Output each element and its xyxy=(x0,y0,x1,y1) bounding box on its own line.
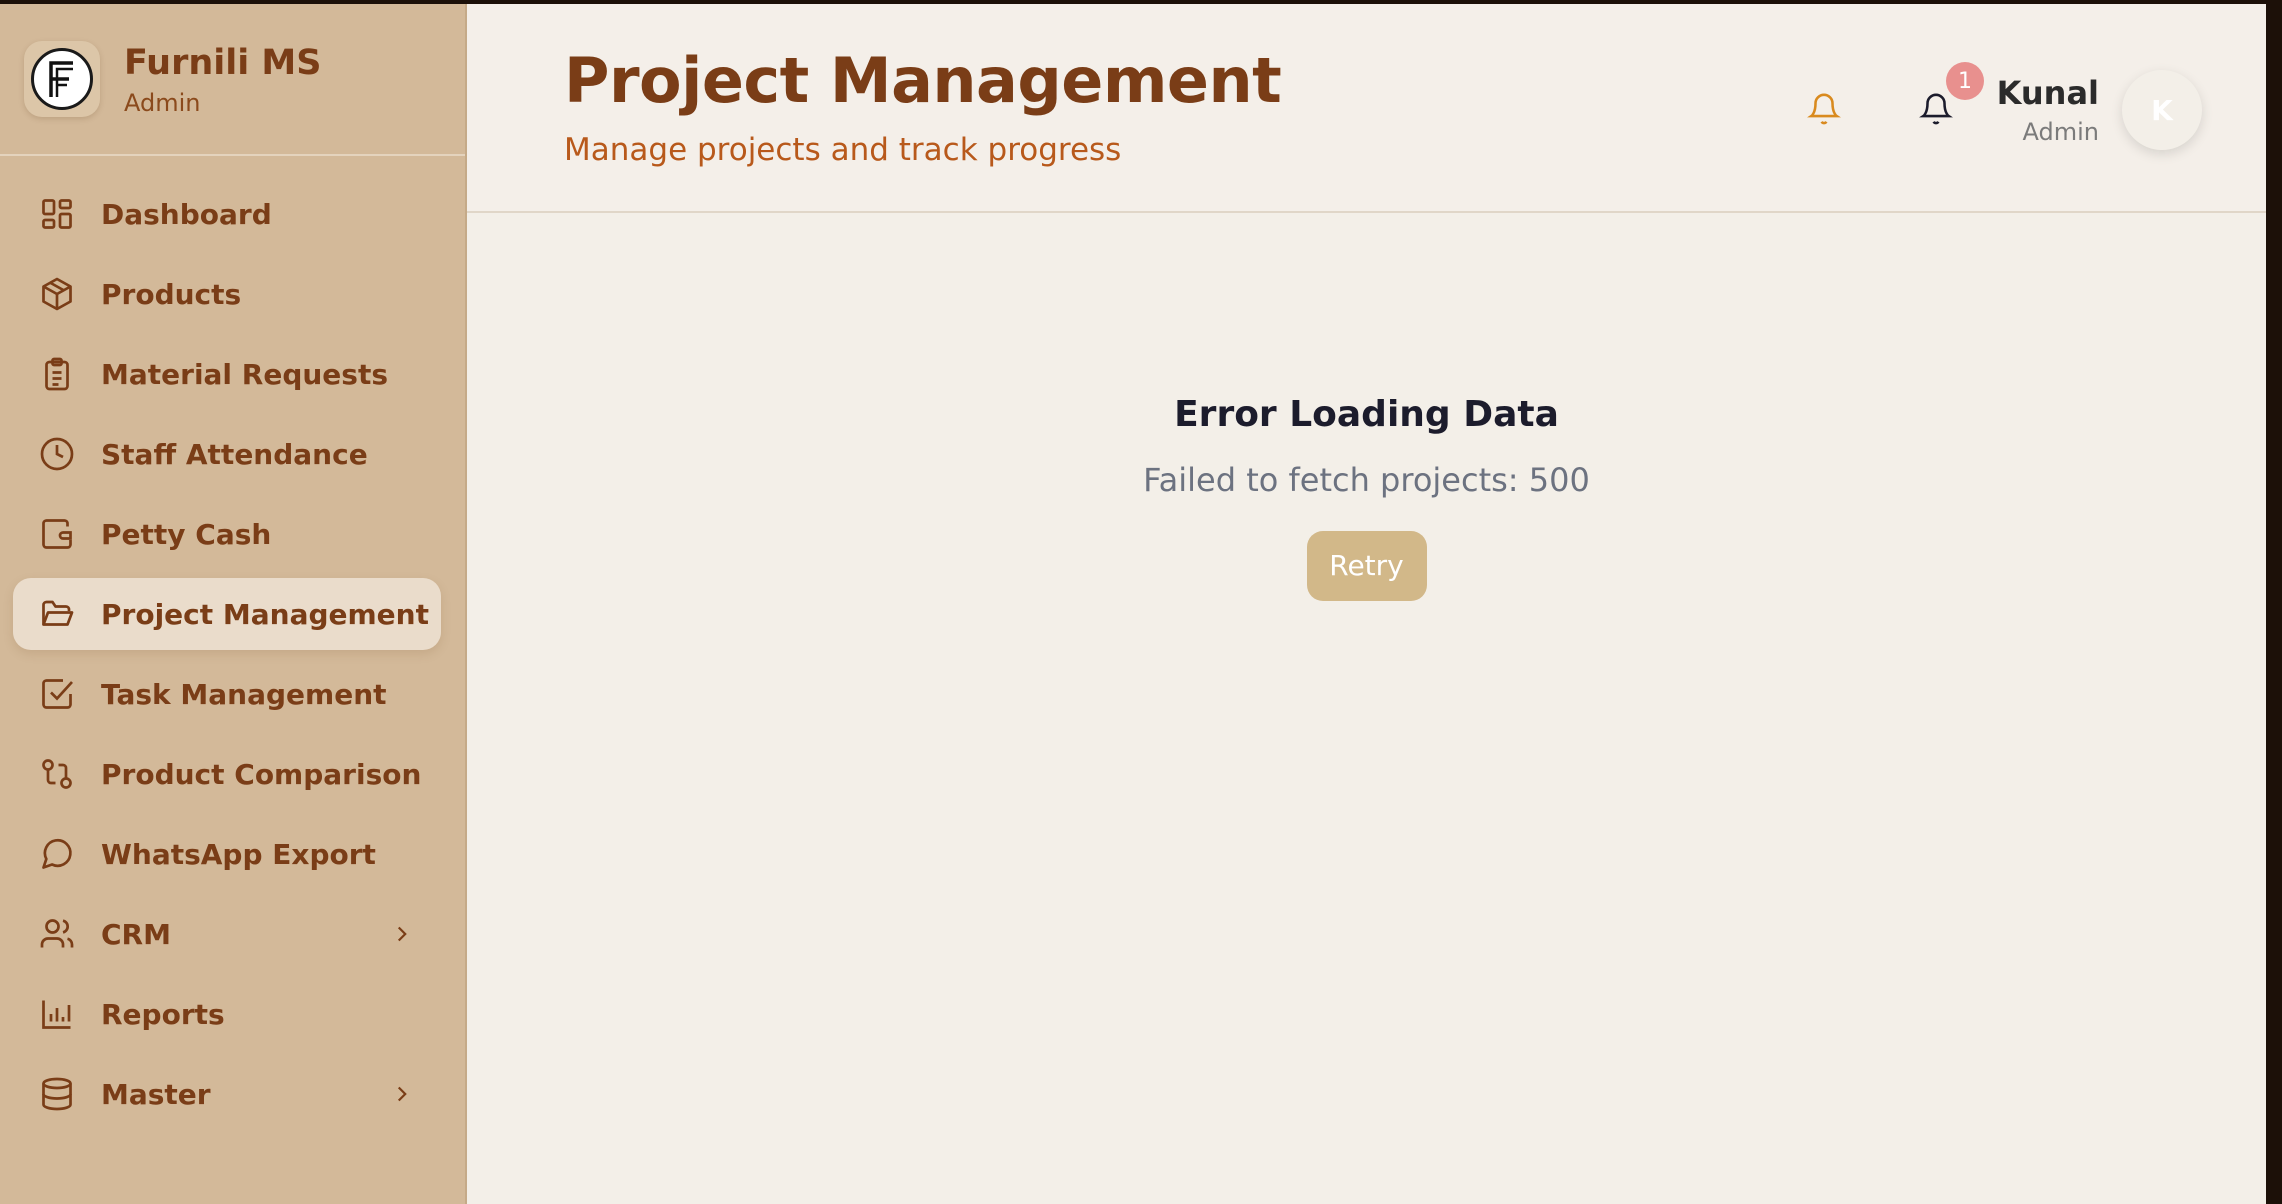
user-role: Admin xyxy=(2022,118,2100,146)
sidebar-item-label: Products xyxy=(101,277,242,311)
sidebar-item-label: Reports xyxy=(101,997,225,1031)
sidebar-item-petty-cash[interactable]: Petty Cash xyxy=(13,498,441,570)
brand-name: Furnili MS xyxy=(124,43,322,83)
chevron-right-icon[interactable] xyxy=(389,921,415,947)
chevron-right-icon[interactable] xyxy=(389,1081,415,1107)
database-icon xyxy=(37,1074,77,1114)
sidebar-item-label: Petty Cash xyxy=(101,517,272,551)
sidebar-nav: Dashboard Products Material Requests Sta… xyxy=(0,156,465,1130)
wallet-icon xyxy=(37,514,77,554)
logo-f-icon xyxy=(31,48,93,110)
checkbox-icon xyxy=(37,674,77,714)
page-title: Project Management xyxy=(564,44,1282,117)
users-icon xyxy=(37,914,77,954)
avatar[interactable]: K xyxy=(2122,70,2202,150)
sidebar-item-label: Material Requests xyxy=(101,357,389,391)
sidebar-item-crm[interactable]: CRM xyxy=(13,898,441,970)
sidebar-item-staff-attendance[interactable]: Staff Attendance xyxy=(13,418,441,490)
brand-logo[interactable] xyxy=(24,41,100,117)
user-name: Kunal xyxy=(1996,74,2099,112)
compare-icon xyxy=(37,754,77,794)
sidebar-item-project-management[interactable]: Project Management xyxy=(13,578,441,650)
sidebar-item-label: Task Management xyxy=(101,677,387,711)
folder-icon xyxy=(37,594,77,634)
error-message: Failed to fetch projects: 500 xyxy=(1143,461,1590,499)
sidebar-item-master[interactable]: Master xyxy=(13,1058,441,1130)
sidebar-item-product-comparison[interactable]: Product Comparison xyxy=(13,738,441,810)
sidebar-item-label: Project Management xyxy=(101,597,429,631)
page-subtitle: Manage projects and track progress xyxy=(564,132,1122,168)
sidebar-item-label: Dashboard xyxy=(101,197,272,231)
chat-icon xyxy=(37,834,77,874)
sidebar-item-label: Master xyxy=(101,1077,211,1111)
bar-chart-icon xyxy=(37,994,77,1034)
bell-icon[interactable] xyxy=(1807,92,1847,132)
sidebar-item-reports[interactable]: Reports xyxy=(13,978,441,1050)
notification-badge: 1 xyxy=(1946,62,1984,100)
sidebar: Furnili MS Admin Dashboard Products Mate… xyxy=(0,4,467,1204)
retry-button[interactable]: Retry xyxy=(1306,531,1427,601)
sidebar-item-products[interactable]: Products xyxy=(13,258,441,330)
sidebar-item-label: WhatsApp Export xyxy=(101,837,376,871)
notification-bell-icon[interactable] xyxy=(1919,92,1959,132)
clipboard-icon xyxy=(37,354,77,394)
box-icon xyxy=(37,274,77,314)
brand-role: Admin xyxy=(124,89,201,117)
sidebar-item-label: Staff Attendance xyxy=(101,437,368,471)
clock-icon xyxy=(37,434,77,474)
error-title: Error Loading Data xyxy=(1174,394,1559,435)
sidebar-item-dashboard[interactable]: Dashboard xyxy=(13,178,441,250)
sidebar-item-material-requests[interactable]: Material Requests xyxy=(13,338,441,410)
sidebar-item-task-management[interactable]: Task Management xyxy=(13,658,441,730)
page-header: Project Management Manage projects and t… xyxy=(467,4,2266,213)
sidebar-item-label: Product Comparison xyxy=(101,757,422,791)
dashboard-icon xyxy=(37,194,77,234)
sidebar-item-whatsapp-export[interactable]: WhatsApp Export xyxy=(13,818,441,890)
brand-header: Furnili MS Admin xyxy=(0,4,465,156)
error-state: Error Loading Data Failed to fetch proje… xyxy=(467,394,2266,601)
sidebar-item-label: CRM xyxy=(101,917,171,951)
app-window: Furnili MS Admin Dashboard Products Mate… xyxy=(0,4,2266,1204)
main-content: Project Management Manage projects and t… xyxy=(467,4,2266,1204)
